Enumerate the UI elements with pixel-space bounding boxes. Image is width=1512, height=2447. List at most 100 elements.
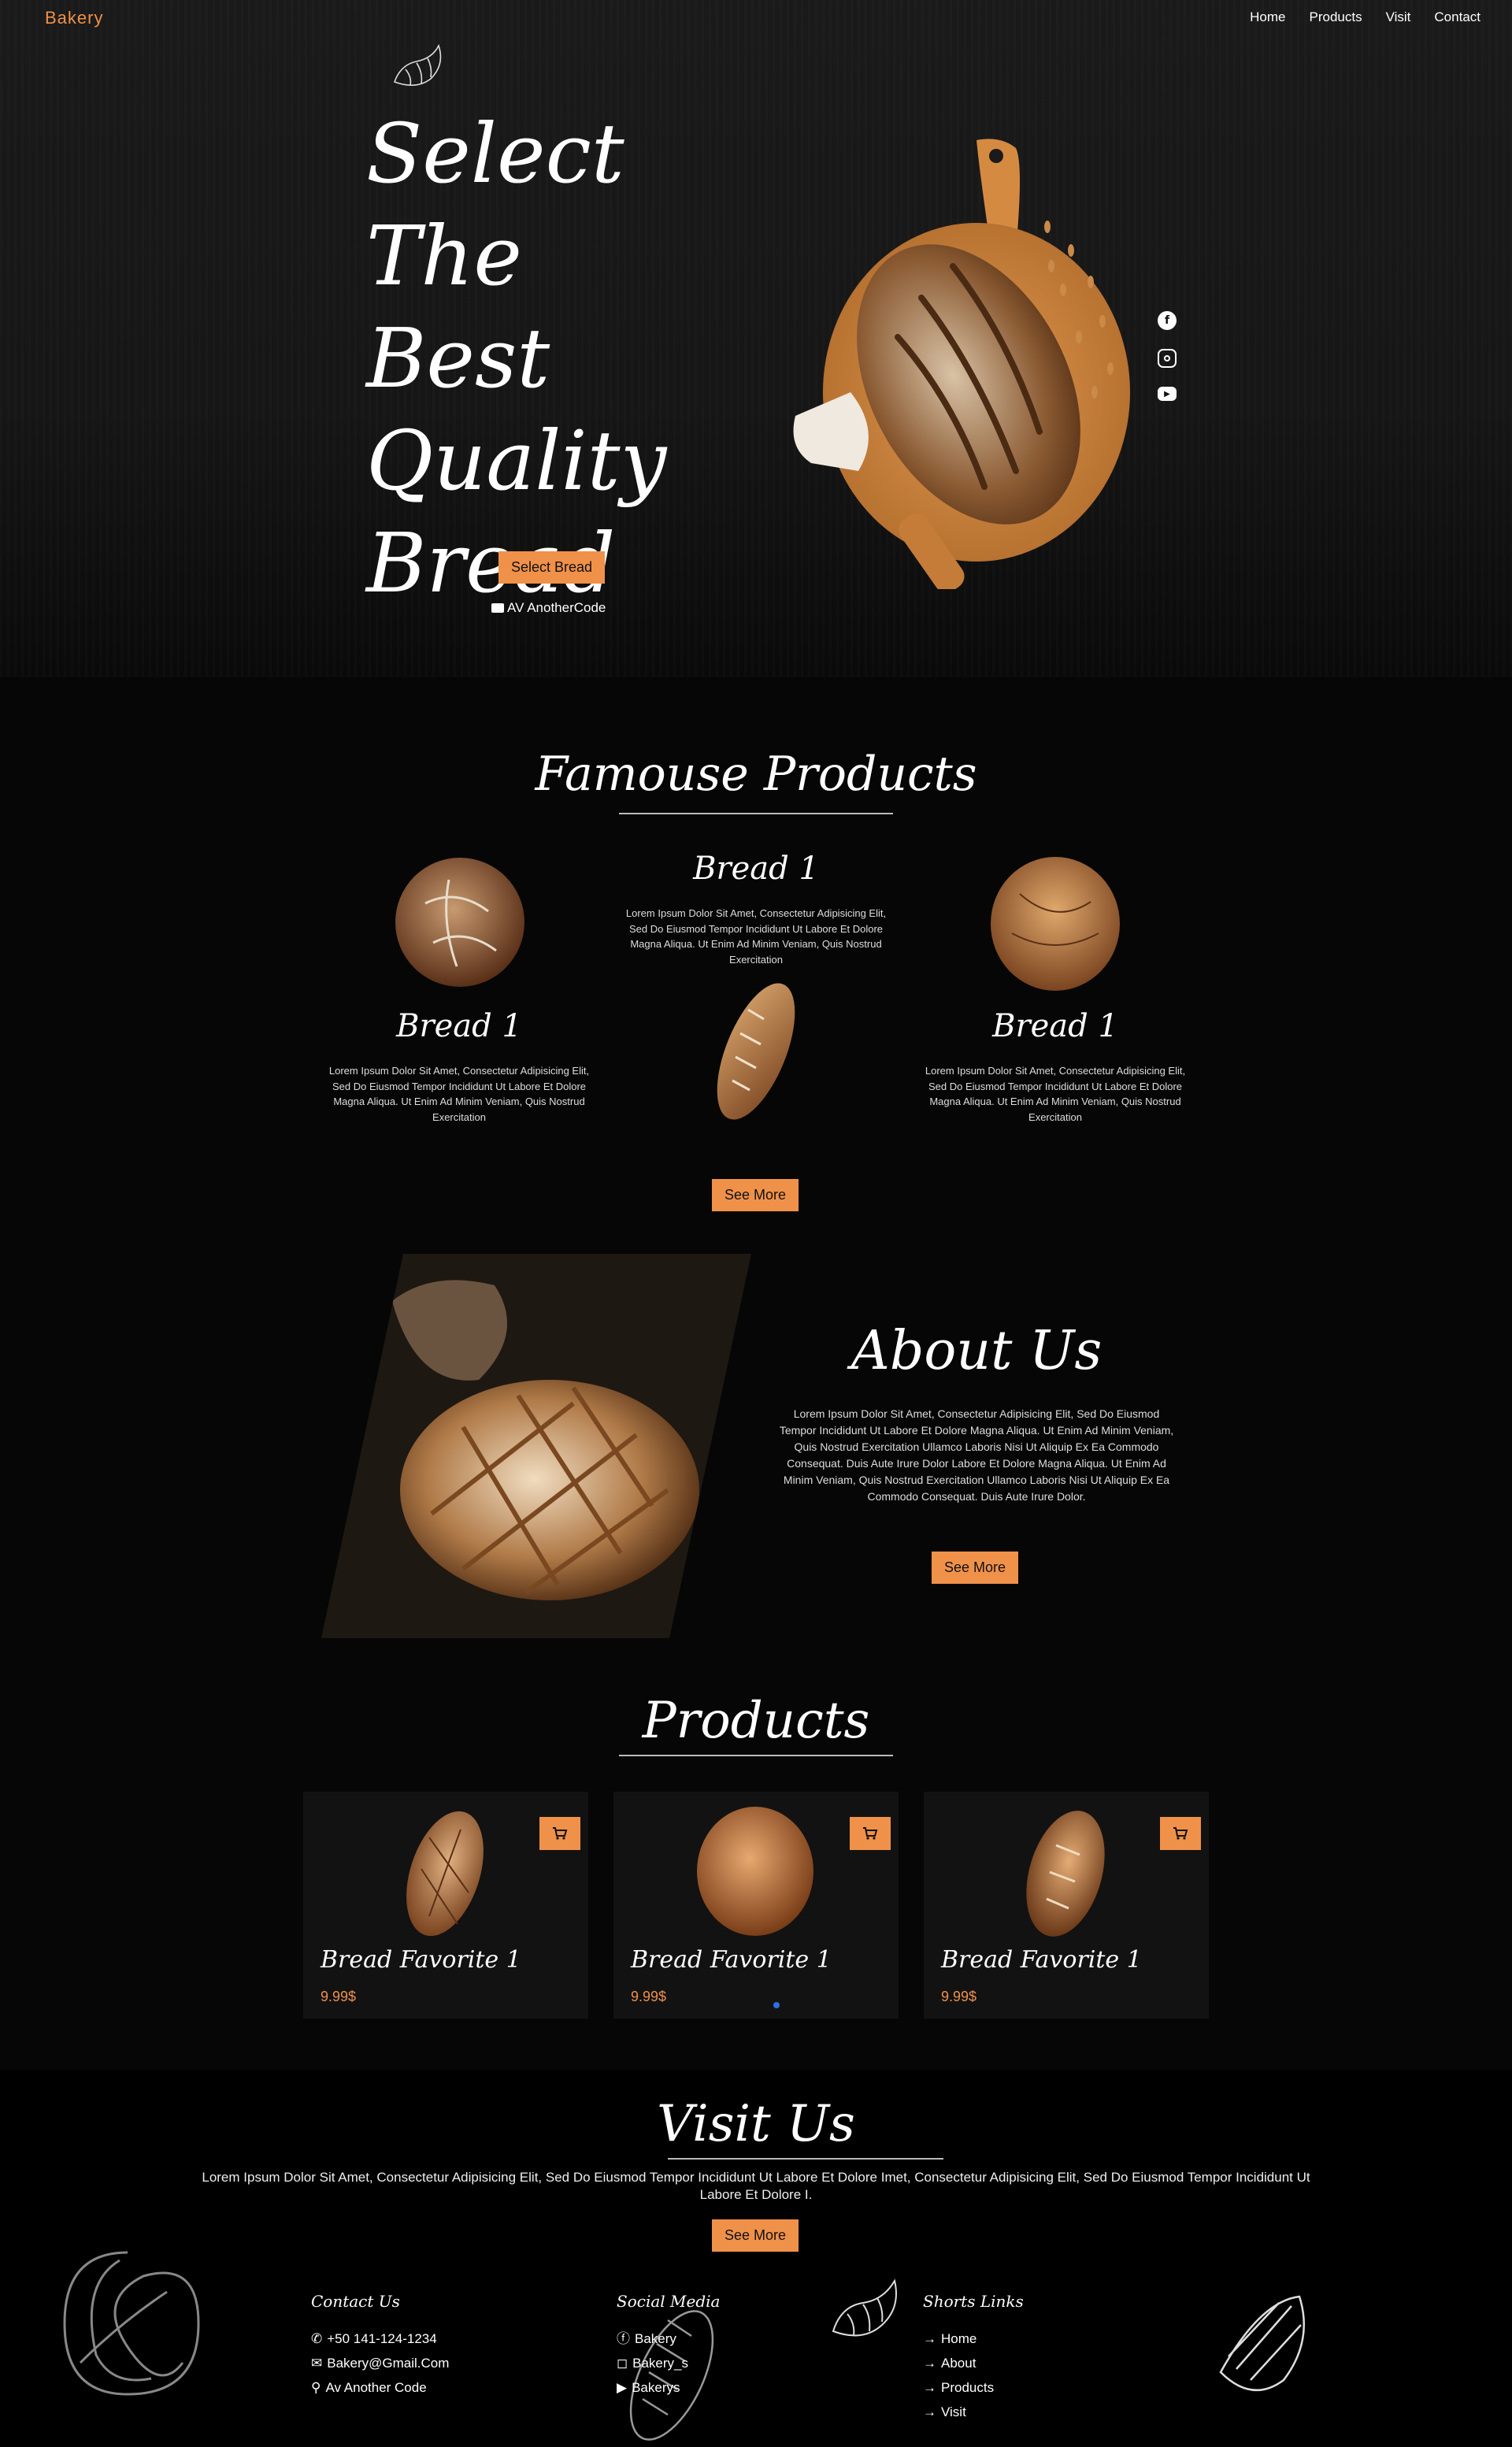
add-to-cart-button[interactable] <box>539 1817 580 1850</box>
bread-image <box>697 1807 813 1936</box>
arrow-right-icon: → <box>923 2404 936 2419</box>
arrow-right-icon: → <box>923 2356 936 2371</box>
social-link[interactable]: ◻ Bakery_s <box>617 2351 720 2375</box>
product-card-price: 9.99$ <box>321 1989 357 2004</box>
links-heading: Shorts Links <box>923 2292 1024 2311</box>
bread-image <box>406 1811 484 1937</box>
baguette-image <box>717 983 795 1120</box>
indicator-dot <box>773 2002 780 2008</box>
round-bread-image <box>991 857 1120 991</box>
contact-address-text: Av Another Code <box>325 2380 427 2395</box>
product-card[interactable]: Bread Favorite 1 9.99$ <box>924 1792 1209 2019</box>
contact-heading: Contact Us <box>311 2292 400 2311</box>
envelope-icon: ✉ <box>311 2356 323 2371</box>
arrow-right-icon: → <box>923 2380 936 2395</box>
footer-link-text: About <box>941 2356 976 2371</box>
hero-title-line: Best <box>366 310 550 406</box>
youtube-icon[interactable]: ▶ <box>1158 387 1177 401</box>
social-link-text: Bakerys <box>632 2380 680 2395</box>
phone-icon: ✆ <box>311 2331 323 2346</box>
nav-products[interactable]: Products <box>1310 9 1362 25</box>
products-title: Products <box>642 1692 870 1750</box>
hero-section: Bakery Home Products Visit Contact Selec… <box>0 0 1512 677</box>
pretzel-sketch-icon <box>63 2251 200 2396</box>
product-description: Lorem Ipsum Dolor Sit Amet, Consectetur … <box>625 907 887 966</box>
product-description: Lorem Ipsum Dolor Sit Amet, Consectetur … <box>328 1065 590 1123</box>
contact-address: ⚲ Av Another Code <box>311 2375 449 2400</box>
product-card-name: Bread Favorite 1 <box>941 1946 1142 1974</box>
footer-link-text: Visit <box>941 2404 966 2419</box>
famous-see-more-button[interactable]: See More <box>712 1179 799 1211</box>
footer-link-text: Products <box>941 2380 995 2395</box>
visit-section: Visit Us Lorem Ipsum Dolor Sit Amet, Con… <box>0 2070 1512 2447</box>
social-icons: f ▶ <box>1158 311 1177 401</box>
product-description: Lorem Ipsum Dolor Sit Amet, Consectetur … <box>925 1065 1186 1123</box>
add-to-cart-button[interactable] <box>850 1817 891 1850</box>
visit-text: Lorem Ipsum Dolor Sit Amet, Consectetur … <box>202 2170 1310 2202</box>
about-text: Lorem Ipsum Dolor Sit Amet, Consectetur … <box>779 1407 1174 1503</box>
site-logo[interactable]: Bakery <box>45 8 103 28</box>
social-column: Social Media ⓕ Bakery ◻ Bakery_s ▶ Bakerys <box>617 2292 720 2400</box>
location-pin-icon: ⚲ <box>311 2380 321 2395</box>
social-link-text: Bakery_s <box>632 2356 688 2371</box>
instagram-icon: ◻ <box>617 2356 628 2371</box>
visit-title: Visit Us <box>657 2095 855 2153</box>
hero-credit: AV AnotherCode <box>491 600 606 616</box>
product-name: Bread 1 <box>693 851 819 887</box>
visit-see-more-button[interactable]: See More <box>712 2219 799 2252</box>
footer-link-visit[interactable]: → Visit <box>923 2400 1024 2424</box>
about-see-more-button[interactable]: See More <box>932 1552 1019 1584</box>
instagram-icon[interactable] <box>1158 349 1177 368</box>
cart-icon <box>1173 1827 1188 1840</box>
facebook-icon: ⓕ <box>617 2331 630 2346</box>
social-link-text: Bakery <box>635 2331 676 2346</box>
hero-title: Select The Best Quality Bread <box>366 102 776 614</box>
hero-credit-text: AV AnotherCode <box>507 600 606 615</box>
product-card[interactable]: Bread Favorite 1 9.99$ <box>613 1792 899 2019</box>
facebook-icon[interactable]: f <box>1158 311 1177 330</box>
nav-home[interactable]: Home <box>1250 9 1285 25</box>
product-card-price: 9.99$ <box>941 1989 977 2004</box>
bread-image <box>1026 1811 1105 1937</box>
contact-column: Contact Us ✆ +50 141-124-1234 ✉ Bakery@Gma… <box>311 2292 449 2400</box>
hero-title-line: Quality <box>366 413 667 509</box>
product-name: Bread 1 <box>396 1008 522 1044</box>
nav-visit[interactable]: Visit <box>1386 9 1411 25</box>
product-card-price: 9.99$ <box>631 1989 667 2004</box>
croissant-sketch-icon <box>393 43 442 86</box>
social-link[interactable]: ▶ Bakerys <box>617 2375 720 2400</box>
cart-icon <box>553 1827 568 1840</box>
hero-title-line: Select The <box>366 106 624 304</box>
footer-link-home[interactable]: → Home <box>923 2327 1024 2351</box>
nav-contact[interactable]: Contact <box>1434 9 1480 25</box>
main-nav: Home Products Visit Contact <box>1250 9 1480 25</box>
arrow-right-icon: → <box>923 2331 936 2346</box>
youtube-icon: ▶ <box>617 2380 628 2395</box>
about-title: About Us <box>850 1320 1102 1382</box>
croissant-sketch-icon <box>832 2278 897 2337</box>
product-name: Bread 1 <box>992 1008 1118 1044</box>
social-link[interactable]: ⓕ Bakery <box>617 2327 720 2351</box>
title-underline <box>619 813 893 814</box>
product-card[interactable]: Bread Favorite 1 9.99$ <box>303 1792 588 2019</box>
footer-link-products[interactable]: → Products <box>923 2375 1024 2400</box>
title-underline <box>668 2158 943 2160</box>
round-bread-image <box>395 858 524 987</box>
bread-board-image <box>793 139 1130 589</box>
links-column: Shorts Links → Home → About → Products → Vis… <box>923 2292 1024 2424</box>
title-underline <box>619 1755 893 1756</box>
about-bread-image <box>321 1254 751 1638</box>
contact-phone: ✆ +50 141-124-1234 <box>311 2327 449 2351</box>
footer-link-text: Home <box>941 2331 977 2346</box>
footer-link-about[interactable]: → About <box>923 2351 1024 2375</box>
product-card-name: Bread Favorite 1 <box>631 1946 832 1974</box>
contact-phone-text: +50 141-124-1234 <box>327 2331 437 2346</box>
pastry-sketch-icon <box>1219 2295 1305 2392</box>
add-to-cart-button[interactable] <box>1160 1817 1201 1850</box>
cart-icon <box>863 1827 878 1840</box>
select-bread-button[interactable]: Select Bread <box>498 551 606 584</box>
contact-email-text: Bakery@Gmail.Com <box>327 2356 450 2371</box>
camera-icon <box>491 603 504 613</box>
product-card-name: Bread Favorite 1 <box>321 1946 521 1974</box>
social-heading: Social Media <box>617 2292 721 2311</box>
